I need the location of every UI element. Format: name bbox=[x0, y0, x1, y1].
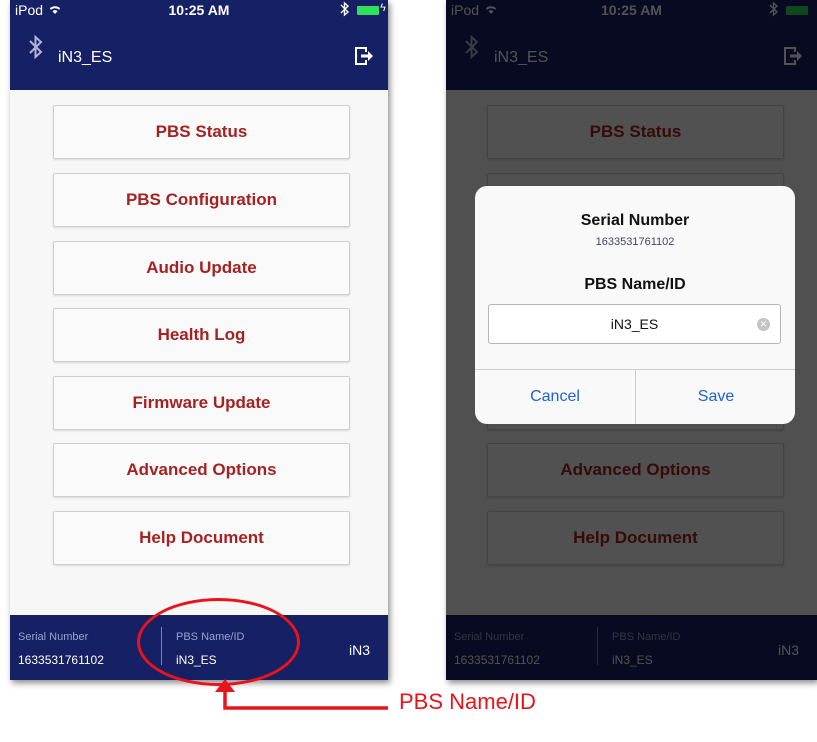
screenshot-canvas: iPod 10:25 AM ϟ iN3_ES PBS Status PBS Co… bbox=[0, 0, 817, 742]
annotation-arrow-icon bbox=[215, 679, 388, 710]
annotation-label: PBS Name/ID bbox=[399, 689, 536, 714]
